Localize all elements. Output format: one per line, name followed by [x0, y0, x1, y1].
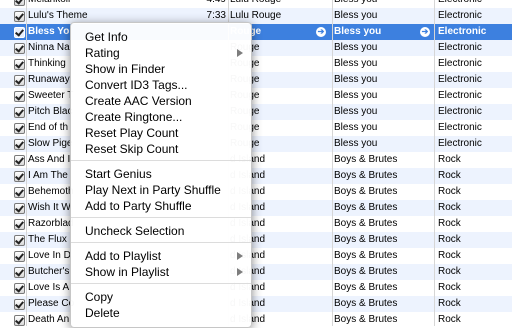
menu-item-add-party-shuffle[interactable]: Add to Party Shuffle [71, 198, 251, 214]
track-album: Bless you [334, 58, 378, 69]
track-album: Boys & Brutes [334, 250, 398, 261]
column-divider [434, 0, 435, 326]
menu-item-uncheck-selection[interactable]: Uncheck Selection [71, 223, 251, 239]
column-divider [26, 0, 27, 326]
track-genre: Rock [438, 186, 461, 197]
track-genre: Rock [438, 282, 461, 293]
track-genre: Rock [438, 266, 461, 277]
track-genre: Rock [438, 218, 461, 229]
track-name: Melankoli [28, 0, 196, 8]
track-album: Bless you [334, 10, 378, 21]
menu-item-start-genius[interactable]: Start Genius [71, 166, 251, 182]
checkbox[interactable] [14, 283, 25, 294]
menu-item-show-in-finder[interactable]: Show in Finder [71, 61, 251, 77]
track-album: Bless you [334, 106, 378, 117]
track-genre: Rock [438, 314, 461, 325]
track-genre: Rock [438, 250, 461, 261]
track-album: Bless you [334, 138, 378, 149]
track-album: Bless you [334, 74, 378, 85]
menu-item-copy[interactable]: Copy [71, 289, 251, 305]
menu-item-convert-id3[interactable]: Convert ID3 Tags... [71, 77, 251, 93]
track-genre: Electronic [438, 138, 482, 149]
menu-item-create-ringtone[interactable]: Create Ringtone... [71, 109, 251, 125]
menu-item-play-next-party-shuffle[interactable]: Play Next in Party Shuffle [71, 182, 251, 198]
menu-item-rating[interactable]: Rating [71, 45, 251, 61]
track-genre: Electronic [438, 10, 482, 21]
track-genre: Rock [438, 170, 461, 181]
track-album: Boys & Brutes [334, 282, 398, 293]
checkbox[interactable] [14, 251, 25, 262]
track-genre: Electronic [438, 74, 482, 85]
checkbox[interactable] [14, 203, 25, 214]
track-album: Bless you [334, 26, 382, 37]
track-genre: Electronic [438, 58, 482, 69]
checkbox[interactable] [14, 123, 25, 134]
checkbox[interactable] [14, 139, 25, 150]
menu-item-rating-label: Rating [85, 46, 120, 60]
submenu-arrow-icon [237, 49, 243, 57]
checkbox[interactable] [14, 11, 25, 22]
menu-separator [71, 242, 251, 243]
checkbox[interactable] [14, 155, 25, 166]
checkbox[interactable] [14, 59, 25, 70]
track-album: Bless you [334, 42, 378, 53]
menu-item-delete[interactable]: Delete [71, 305, 251, 321]
checkbox[interactable] [14, 27, 25, 38]
track-genre: Electronic [438, 90, 482, 101]
track-genre: Electronic [438, 122, 482, 133]
track-genre: Rock [438, 234, 461, 245]
track-album: Boys & Brutes [334, 154, 398, 165]
track-album: Boys & Brutes [334, 186, 398, 197]
checkbox[interactable] [14, 299, 25, 310]
track-artist: Lulu Rouge [230, 0, 330, 8]
column-divider [332, 0, 333, 326]
checkbox[interactable] [14, 171, 25, 182]
track-genre: Rock [438, 154, 461, 165]
menu-separator [71, 217, 251, 218]
checkbox[interactable] [14, 43, 25, 54]
track-album: Boys & Brutes [334, 298, 398, 309]
track-genre: Electronic [438, 0, 510, 8]
track-album: Boys & Brutes [334, 314, 398, 325]
menu-item-show-in-playlist[interactable]: Show in Playlist [71, 264, 251, 280]
checkbox[interactable] [14, 107, 25, 118]
table-row[interactable]: Melankoli 4:49 Lulu Rouge Bless you Elec… [0, 0, 512, 8]
checkbox[interactable] [14, 235, 25, 246]
track-genre: Electronic [438, 26, 487, 37]
track-album: Bless you [334, 122, 378, 133]
submenu-arrow-icon [237, 268, 243, 276]
menu-separator [71, 160, 251, 161]
track-genre: Electronic [438, 42, 482, 53]
checkbox[interactable] [14, 75, 25, 86]
track-album: Boys & Brutes [334, 234, 398, 245]
track-genre: Rock [438, 298, 461, 309]
track-album: Boys & Brutes [334, 202, 398, 213]
checkbox[interactable] [14, 219, 25, 230]
track-genre: Rock [438, 202, 461, 213]
track-album: Bless you [334, 0, 434, 8]
track-album: Bless you [334, 90, 378, 101]
context-menu: Get Info Rating Show in Finder Convert I… [70, 22, 252, 328]
menu-item-create-aac[interactable]: Create AAC Version [71, 93, 251, 109]
track-time: 4:49 [196, 0, 226, 8]
go-arrow-icon[interactable]: ➔ [316, 27, 326, 37]
checkbox[interactable] [14, 91, 25, 102]
checkbox[interactable] [14, 315, 25, 326]
go-arrow-icon[interactable]: ➔ [420, 27, 430, 37]
menu-separator [71, 283, 251, 284]
menu-item-reset-play-count[interactable]: Reset Play Count [71, 125, 251, 141]
checkbox[interactable] [14, 0, 25, 6]
track-album: Boys & Brutes [334, 218, 398, 229]
submenu-arrow-icon [237, 252, 243, 260]
track-album: Boys & Brutes [334, 266, 398, 277]
checkbox[interactable] [14, 187, 25, 198]
track-genre: Electronic [438, 106, 482, 117]
menu-item-reset-skip-count[interactable]: Reset Skip Count [71, 141, 251, 157]
menu-item-add-to-playlist[interactable]: Add to Playlist [71, 248, 251, 264]
menu-item-get-info[interactable]: Get Info [71, 29, 251, 45]
checkbox[interactable] [14, 267, 25, 278]
menu-item-show-in-playlist-label: Show in Playlist [85, 265, 170, 279]
menu-item-add-to-playlist-label: Add to Playlist [85, 249, 162, 263]
track-album: Boys & Brutes [334, 170, 398, 181]
